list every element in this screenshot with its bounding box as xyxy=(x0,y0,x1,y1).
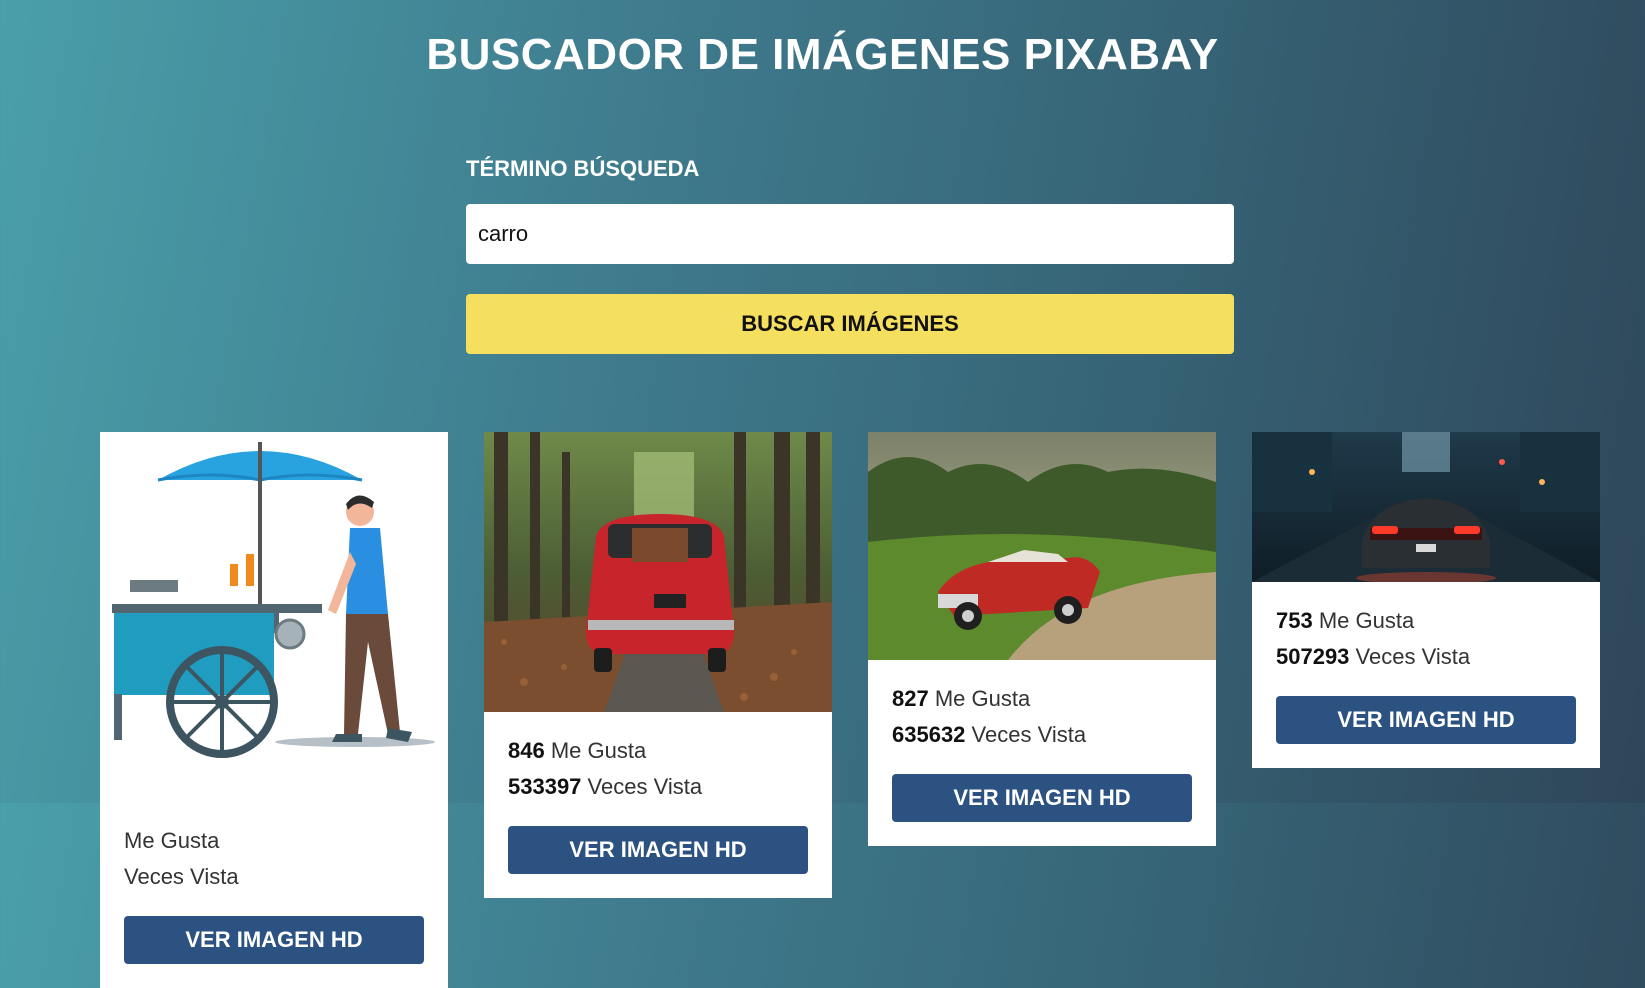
result-card: Me Gusta Veces Vista VER IMAGEN HD xyxy=(100,432,448,988)
likes-count: 827 xyxy=(892,686,929,711)
result-card-body: 753 Me Gusta 507293 Veces Vista VER IMAG… xyxy=(1252,582,1600,768)
result-card-body: 846 Me Gusta 533397 Veces Vista VER IMAG… xyxy=(484,712,832,898)
views-label: Veces Vista xyxy=(971,722,1087,747)
views-label: Veces Vista xyxy=(1355,644,1471,669)
search-label: TÉRMINO BÚSQUEDA xyxy=(466,156,700,181)
likes-stat: 753 Me Gusta xyxy=(1276,606,1576,636)
likes-label: Me Gusta xyxy=(550,738,647,763)
views-count: 635632 xyxy=(892,722,966,747)
likes-label: Me Gusta xyxy=(934,686,1031,711)
views-stat: Veces Vista xyxy=(124,862,424,892)
result-image xyxy=(484,432,832,712)
views-stat: 507293 Veces Vista xyxy=(1276,642,1576,672)
result-card-body: 827 Me Gusta 635632 Veces Vista VER IMAG… xyxy=(868,660,1216,846)
views-count: 507293 xyxy=(1276,644,1350,669)
result-image xyxy=(868,432,1216,660)
result-card: 827 Me Gusta 635632 Veces Vista VER IMAG… xyxy=(868,432,1216,846)
likes-count: 753 xyxy=(1276,608,1313,633)
views-stat: 533397 Veces Vista xyxy=(508,772,808,802)
views-label: Veces Vista xyxy=(124,864,239,889)
search-button[interactable]: BUSCAR IMÁGENES xyxy=(466,294,1234,354)
result-image xyxy=(100,432,448,802)
view-hd-button[interactable]: VER IMAGEN HD xyxy=(124,916,424,964)
search-input[interactable] xyxy=(466,204,1234,264)
page-title: BUSCADOR DE IMÁGENES PIXABAY xyxy=(426,30,1219,79)
likes-label: Me Gusta xyxy=(124,828,220,853)
result-card: 753 Me Gusta 507293 Veces Vista VER IMAG… xyxy=(1252,432,1600,768)
result-card-body: Me Gusta Veces Vista VER IMAGEN HD xyxy=(100,802,448,988)
views-count: 533397 xyxy=(508,774,582,799)
likes-stat: Me Gusta xyxy=(124,826,424,856)
view-hd-button[interactable]: VER IMAGEN HD xyxy=(892,774,1192,822)
views-label: Veces Vista xyxy=(587,774,703,799)
views-stat: 635632 Veces Vista xyxy=(892,720,1192,750)
likes-label: Me Gusta xyxy=(1318,608,1415,633)
view-hd-button[interactable]: VER IMAGEN HD xyxy=(1276,696,1576,744)
result-image xyxy=(1252,432,1600,582)
view-hd-button[interactable]: VER IMAGEN HD xyxy=(508,826,808,874)
result-card: 846 Me Gusta 533397 Veces Vista VER IMAG… xyxy=(484,432,832,898)
likes-count: 846 xyxy=(508,738,545,763)
likes-stat: 846 Me Gusta xyxy=(508,736,808,766)
likes-stat: 827 Me Gusta xyxy=(892,684,1192,714)
